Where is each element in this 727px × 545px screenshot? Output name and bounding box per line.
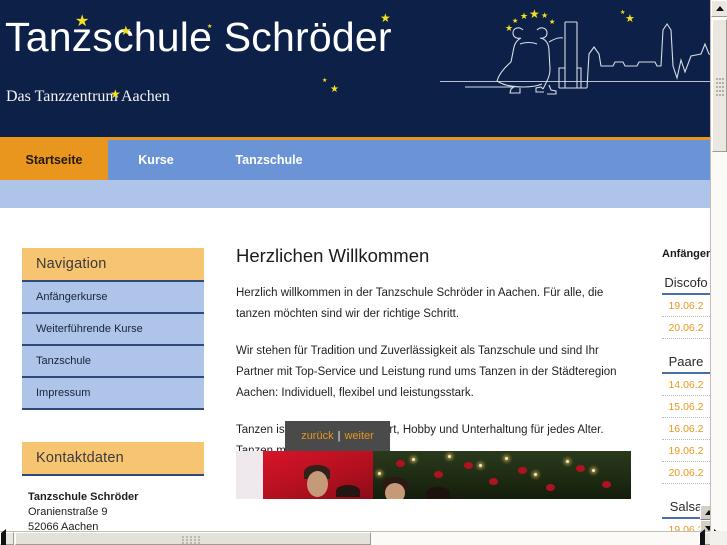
sidebar-item-weiterfuehrende-kurse[interactable]: Weiterführende Kurse	[22, 314, 204, 346]
sidebar-item-tanzschule[interactable]: Tanzschule	[22, 346, 204, 378]
star-icon: ★	[625, 13, 635, 25]
dancing-couple-skyline-icon	[465, 21, 710, 95]
scroll-thumb-grip-icon	[182, 536, 200, 544]
photo-person-hair	[336, 485, 360, 497]
carousel-next-button[interactable]: weiter	[344, 430, 373, 442]
kontakt-box-heading: Kontaktdaten	[22, 442, 204, 476]
star-icon: ★	[541, 11, 549, 20]
photo-person-hair	[426, 487, 450, 499]
photo-person-face	[307, 471, 328, 497]
star-icon: ★	[380, 11, 391, 25]
nav-item-list: Startseite Kurse Tanzschule	[0, 140, 334, 180]
chevron-up-icon	[715, 5, 724, 11]
photo-tree-bow	[576, 465, 585, 472]
star-icon: ★	[207, 24, 213, 30]
photo-tree-candle	[566, 460, 569, 463]
star-icon: ★	[75, 13, 90, 30]
intro-paragraph-1: Herzlich willkommen in der Tanzschule Sc…	[236, 287, 604, 320]
vertical-scroll-up-button[interactable]	[711, 0, 727, 17]
photo-tree-bow	[396, 460, 405, 467]
photo-tree-bow	[518, 467, 527, 474]
photo-person-face	[385, 483, 405, 499]
star-icon: ★	[120, 23, 132, 38]
star-icon: ★	[520, 11, 529, 21]
window-horizontal-scrollbar[interactable]	[0, 529, 727, 545]
navigation-box: Navigation Anfängerkurse Weiterführende …	[22, 248, 204, 410]
star-icon: ★	[549, 19, 556, 26]
star-icon: ★	[110, 87, 121, 101]
sidebar-nav-list: Anfängerkurse Weiterführende Kurse Tanzs…	[22, 282, 204, 410]
kontakt-name: Tanzschule Schröder	[28, 491, 139, 503]
site-banner: Tanzschule Schröder Das Tanzzentrum Aach…	[0, 0, 710, 137]
kontakt-city: 52066 Aachen	[28, 521, 99, 531]
page-title: Herzlichen Willkommen	[236, 245, 430, 266]
main-navigation: Startseite Kurse Tanzschule	[0, 137, 710, 180]
carousel-image[interactable]	[236, 451, 631, 499]
window-vertical-scrollbar[interactable]	[710, 0, 727, 531]
navigation-box-heading: Navigation	[22, 248, 204, 282]
course-group-name: Paare	[662, 354, 710, 374]
page-content: Navigation Anfängerkurse Weiterführende …	[0, 208, 710, 531]
photo-tree-candle	[448, 455, 451, 458]
course-date[interactable]: 20.06.2	[662, 317, 710, 339]
photo-tree-candle	[534, 473, 537, 476]
photo-tree-bow	[489, 478, 498, 485]
course-group-paare: Paare 14.06.2 15.06.2 16.06.2 19.06.2 20…	[662, 354, 710, 484]
page-viewport: Tanzschule Schröder Das Tanzzentrum Aach…	[0, 0, 710, 531]
kontakt-street: Oranienstraße 9	[28, 506, 108, 518]
photo-tree-bow	[434, 471, 443, 478]
photo-tree-bow	[602, 481, 611, 488]
vertical-scroll-thumb[interactable]	[712, 19, 727, 152]
nav-subbar	[0, 180, 710, 208]
photo-tree-bow	[464, 462, 473, 469]
chevron-left-icon	[1, 529, 6, 545]
kontakt-details: Tanzschule Schröder Oranienstraße 9 5206…	[22, 476, 204, 531]
nav-item-label: Kurse	[138, 153, 174, 167]
star-icon: ★	[529, 7, 540, 21]
carousel-prev-button[interactable]: zurück	[301, 430, 333, 442]
horizontal-scroll-left-button[interactable]	[0, 529, 14, 545]
site-title: Tanzschule Schröder	[5, 14, 392, 60]
scrollbar-corner	[710, 531, 727, 545]
course-date[interactable]: 16.06.2	[662, 418, 710, 440]
course-date[interactable]: 20.06.2	[662, 462, 710, 484]
photo-tree-candle	[378, 472, 381, 475]
sidebar-item-anfaengerkurse[interactable]: Anfängerkurse	[22, 282, 204, 314]
intro-paragraph-2: Wir stehen für Tradition und Zuverlässig…	[236, 345, 617, 399]
browser-window: Tanzschule Schröder Das Tanzzentrum Aach…	[0, 0, 727, 545]
nav-item-startseite[interactable]: Startseite	[0, 140, 108, 180]
nav-item-tanzschule[interactable]: Tanzschule	[204, 140, 334, 180]
site-subtitle: Das Tanzzentrum Aachen	[6, 88, 170, 105]
left-sidebar: Navigation Anfängerkurse Weiterführende …	[22, 248, 204, 531]
course-date[interactable]: 14.06.2	[662, 374, 710, 396]
kontakt-box: Kontaktdaten Tanzschule Schröder Oranien…	[22, 442, 204, 531]
sidebar-item-impressum[interactable]: Impressum	[22, 378, 204, 410]
carousel-controls: zurück | weiter	[285, 421, 390, 451]
star-icon: ★	[505, 23, 514, 33]
carousel-separator: |	[337, 430, 341, 442]
star-icon: ★	[330, 84, 339, 95]
scroll-thumb-grip-icon	[716, 78, 725, 96]
right-sidebar-title: Anfängerk	[662, 248, 710, 260]
nav-item-kurse[interactable]: Kurse	[108, 140, 204, 180]
nav-item-label: Startseite	[25, 153, 83, 167]
photo-tree-bow	[546, 484, 555, 491]
photo-tree-candle	[592, 469, 595, 472]
right-sidebar: Anfängerk Discofo 19.06.2 20.06.2 Paare …	[662, 208, 710, 531]
course-date[interactable]: 15.06.2	[662, 396, 710, 418]
photo-tree-candle	[412, 458, 415, 461]
photo-tree-candle	[479, 464, 482, 467]
nav-item-label: Tanzschule	[235, 153, 303, 167]
photo-tree-candle	[505, 457, 508, 460]
course-group-name: Discofo	[662, 275, 710, 295]
horizontal-scroll-thumb[interactable]	[15, 532, 371, 545]
course-date[interactable]: 19.06.2	[662, 295, 710, 317]
course-date[interactable]: 19.06.2	[662, 440, 710, 462]
chevron-left-icon	[700, 529, 705, 545]
course-group-discofox: Discofo 19.06.2 20.06.2	[662, 275, 710, 339]
star-icon: ★	[322, 78, 328, 84]
